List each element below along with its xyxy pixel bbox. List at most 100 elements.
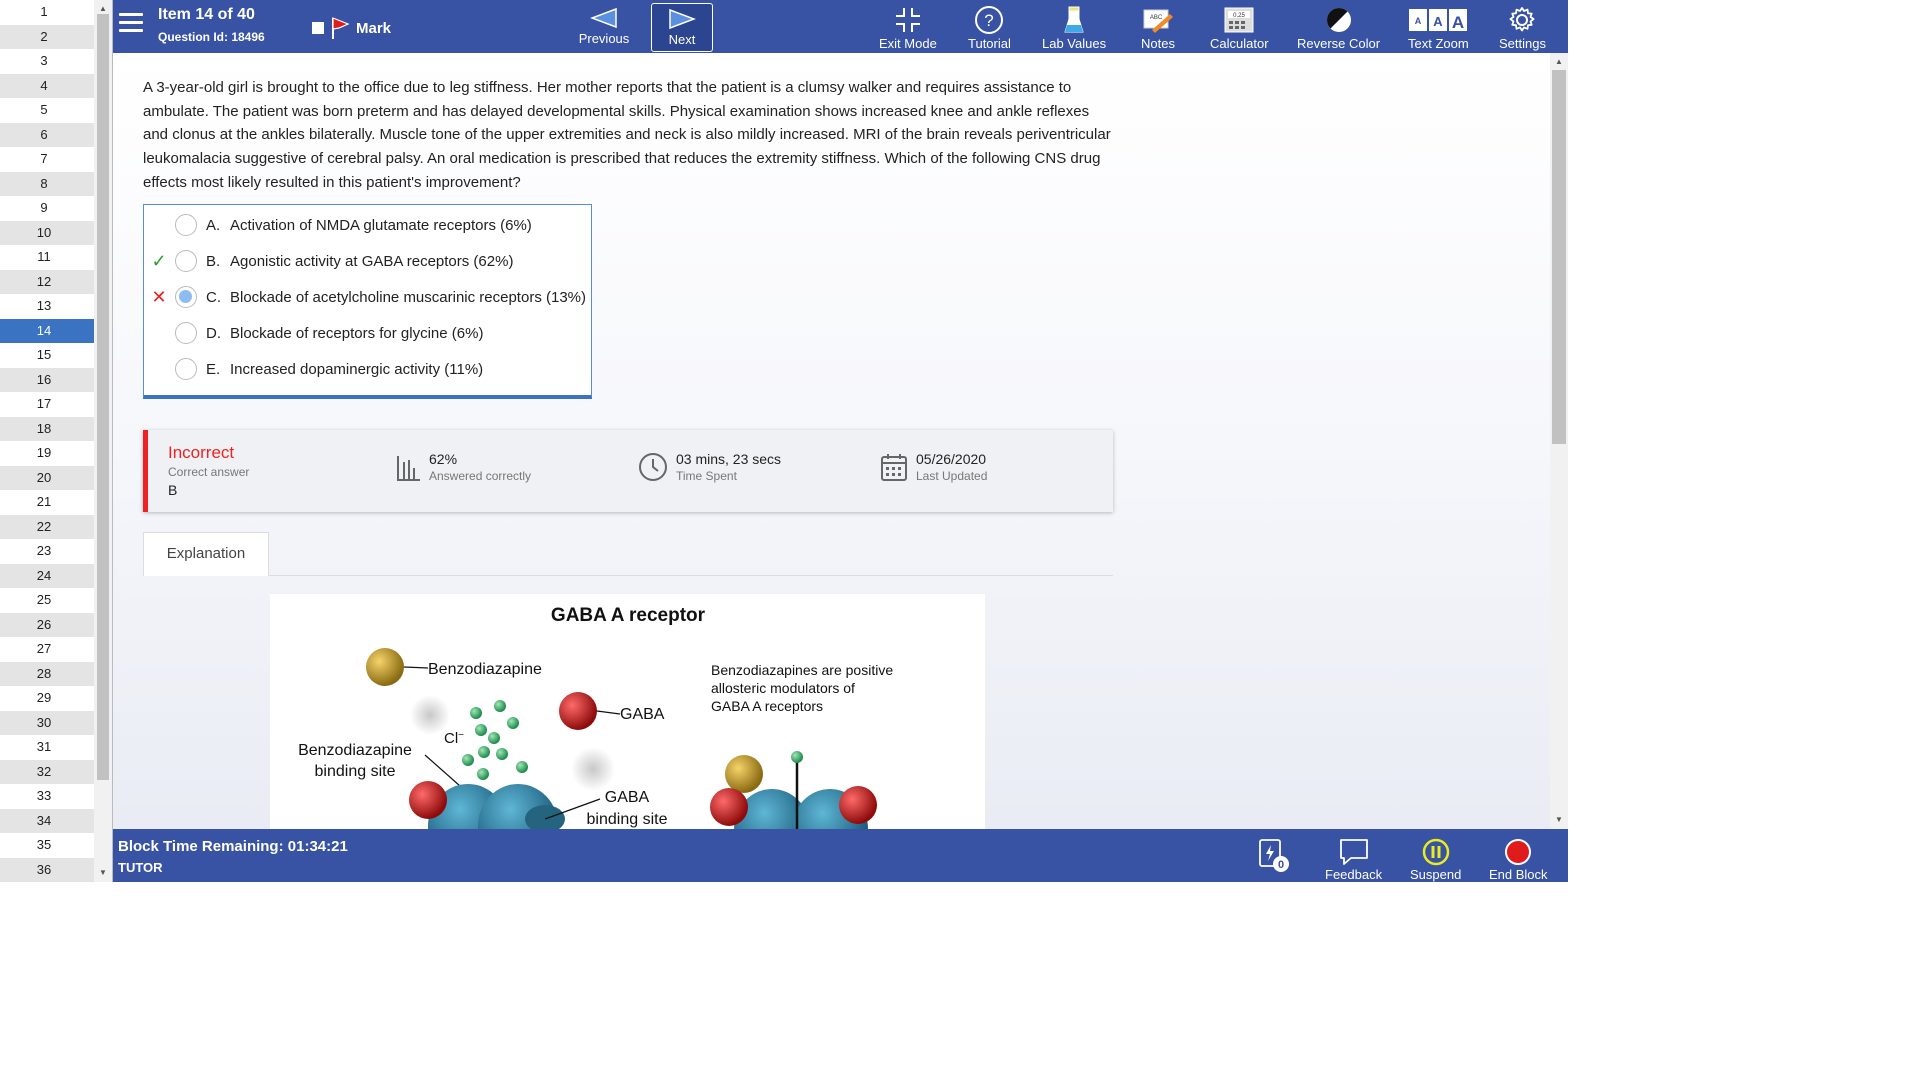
tutorial-button[interactable]: ? Tutorial — [968, 4, 1011, 51]
choice-radio[interactable] — [175, 358, 197, 380]
choice-text: Blockade of receptors for glycine (6%) — [230, 324, 484, 342]
answer-choice[interactable]: A. Activation of NMDA glutamate receptors… — [144, 207, 593, 243]
scroll-down-icon[interactable]: ▼ — [1555, 815, 1563, 824]
question-list-item[interactable]: 2 — [0, 24, 94, 49]
question-content: A 3-year-old girl is brought to the offi… — [113, 53, 1550, 829]
choice-radio[interactable] — [175, 286, 197, 308]
question-list-item[interactable]: 22 — [0, 514, 94, 539]
exit-mode-button[interactable]: Exit Mode — [879, 4, 937, 51]
question-list-item[interactable]: 27 — [0, 637, 94, 662]
scrollbar-thumb[interactable] — [1552, 70, 1566, 444]
question-list-item[interactable]: 6 — [0, 122, 94, 147]
next-button[interactable]: Next — [651, 3, 713, 52]
question-list-item[interactable]: 1 — [0, 0, 94, 25]
note-line-1: Benzodiazapines are positive — [711, 662, 893, 678]
question-list-item[interactable]: 35 — [0, 833, 94, 858]
mark-checkbox[interactable] — [312, 22, 324, 34]
end-block-button[interactable]: End Block — [1489, 835, 1548, 882]
choice-radio[interactable] — [175, 214, 197, 236]
text-zoom-icon: A A A — [1409, 9, 1468, 32]
question-list-item[interactable]: 9 — [0, 196, 94, 221]
answer-choice[interactable]: ✕ C. Blockade of acetylcholine muscarinic … — [144, 279, 593, 315]
settings-button[interactable]: Settings — [1499, 4, 1546, 51]
menu-icon[interactable] — [119, 13, 143, 35]
question-list-item[interactable]: 16 — [0, 367, 94, 392]
question-list-item[interactable]: 18 — [0, 416, 94, 441]
svg-text:A: A — [1452, 13, 1464, 32]
scrollbar-thumb[interactable] — [97, 14, 109, 780]
question-list-item[interactable]: 26 — [0, 612, 94, 637]
question-list-item[interactable]: 19 — [0, 441, 94, 466]
result-panel: Incorrect Correct answer B 62% Answered c… — [143, 430, 1113, 512]
question-list-item[interactable]: 3 — [0, 49, 94, 74]
question-list-item[interactable]: 24 — [0, 563, 94, 588]
end-block-label: End Block — [1489, 867, 1548, 882]
scroll-up-icon[interactable]: ▲ — [99, 4, 107, 13]
question-list-item[interactable]: 10 — [0, 220, 94, 245]
question-list-item[interactable]: 8 — [0, 171, 94, 196]
question-list-item[interactable]: 31 — [0, 735, 94, 760]
question-list-scrollbar[interactable]: ▲ ▼ — [94, 0, 113, 882]
correct-answer-value: B — [168, 482, 178, 498]
text-zoom-label: Text Zoom — [1408, 36, 1469, 51]
question-list-item[interactable]: 21 — [0, 490, 94, 515]
question-list-item[interactable]: 23 — [0, 539, 94, 564]
question-list-item[interactable]: 11 — [0, 245, 94, 270]
question-list-item[interactable]: 5 — [0, 98, 94, 123]
lab-values-button[interactable]: Lab Values — [1042, 4, 1106, 51]
scroll-down-icon[interactable]: ▼ — [99, 868, 107, 877]
question-list-item[interactable]: 13 — [0, 294, 94, 319]
question-list-item[interactable]: 14 — [0, 318, 94, 343]
question-list-item[interactable]: 32 — [0, 759, 94, 784]
choice-letter: A. — [206, 216, 221, 234]
scroll-up-icon[interactable]: ▲ — [1555, 57, 1563, 66]
time-value: 03 mins, 23 secs — [676, 451, 782, 467]
tab-explanation[interactable]: Explanation — [143, 532, 269, 576]
previous-button[interactable]: Previous — [573, 3, 635, 52]
reverse-color-label: Reverse Color — [1297, 36, 1381, 51]
flag-icon — [332, 17, 350, 39]
question-list-item[interactable]: 29 — [0, 686, 94, 711]
question-list-item[interactable]: 20 — [0, 465, 94, 490]
question-list-item[interactable]: 17 — [0, 392, 94, 417]
question-list-item[interactable]: 33 — [0, 784, 94, 809]
question-list-item[interactable]: 28 — [0, 661, 94, 686]
answer-choice[interactable]: E. Increased dopaminergic activity (11%) — [144, 351, 593, 387]
answer-choices: A. Activation of NMDA glutamate receptors… — [143, 204, 592, 399]
suspend-button[interactable]: Suspend — [1410, 835, 1461, 882]
choice-text: Activation of NMDA glutamate receptors (… — [230, 216, 532, 234]
question-list-item[interactable]: 4 — [0, 73, 94, 98]
bz-site-line-1: Benzodiazapine — [298, 742, 412, 759]
answer-choice[interactable]: D. Blockade of receptors for glycine (6%) — [144, 315, 593, 351]
question-list-item[interactable]: 15 — [0, 343, 94, 368]
question-list-item[interactable]: 7 — [0, 147, 94, 172]
question-list-item[interactable]: 30 — [0, 710, 94, 735]
result-status: Incorrect — [168, 443, 235, 462]
gaba-label: GABA — [620, 706, 665, 723]
question-list-item[interactable]: 25 — [0, 588, 94, 613]
item-title: Item 14 of 40 — [158, 6, 255, 23]
note-line-2: allosteric modulators of — [711, 680, 855, 696]
last-updated-stat: 05/26/2020 Last Updated — [880, 451, 987, 483]
answer-choice[interactable]: ✓ B. Agonistic activity at GABA receptors … — [144, 243, 593, 279]
reverse-color-button[interactable]: Reverse Color — [1297, 4, 1380, 51]
choice-radio[interactable] — [175, 322, 197, 344]
mark-button[interactable]: Mark — [312, 14, 391, 42]
choice-radio[interactable] — [175, 250, 197, 272]
text-zoom-button[interactable]: A A A Text Zoom — [1408, 4, 1469, 51]
question-list-item[interactable]: 12 — [0, 269, 94, 294]
tutorial-label: Tutorial — [968, 36, 1011, 51]
flashcard-button[interactable]: 0 — [1257, 837, 1291, 878]
svg-text:A: A — [1415, 16, 1422, 26]
calculator-button[interactable]: 0.25 Calculator — [1210, 4, 1269, 51]
svg-text:0.25: 0.25 — [1233, 13, 1245, 19]
question-list-item[interactable]: 36 — [0, 857, 94, 882]
notes-button[interactable]: ABC Notes — [1141, 4, 1175, 51]
previous-label: Previous — [578, 31, 630, 46]
feedback-button[interactable]: Feedback — [1325, 835, 1382, 882]
choice-text: Blockade of acetylcholine muscarinic rec… — [230, 288, 586, 306]
content-scrollbar[interactable]: ▲ ▼ — [1550, 53, 1568, 829]
question-list-item[interactable]: 34 — [0, 808, 94, 833]
pause-icon — [1422, 838, 1449, 866]
mark-label: Mark — [356, 19, 392, 37]
